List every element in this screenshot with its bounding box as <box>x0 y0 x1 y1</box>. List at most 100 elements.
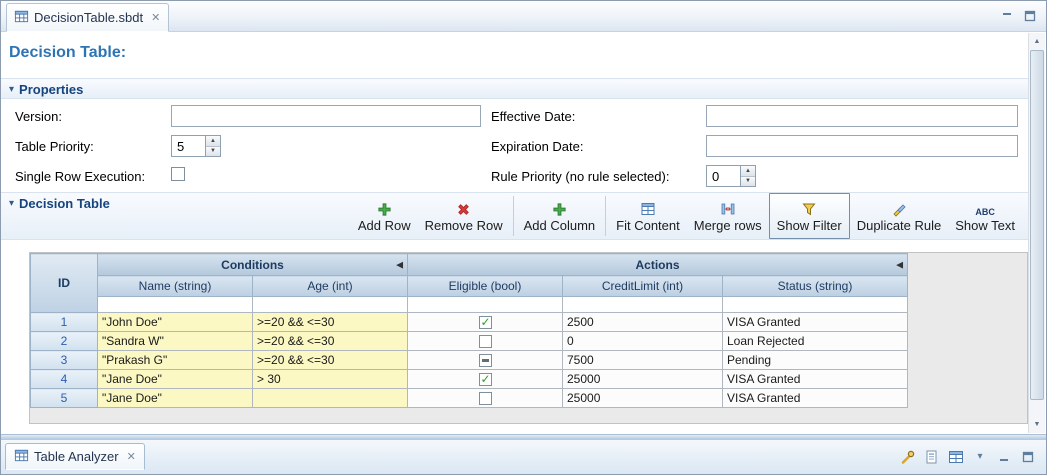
spin-down-icon[interactable]: ▼ <box>741 177 755 187</box>
cell-age[interactable]: >=20 && <=30 <box>253 332 408 351</box>
show-text-button[interactable]: ABC Show Text <box>948 193 1022 239</box>
scroll-down-icon[interactable]: ▼ <box>1029 417 1045 432</box>
table-row[interactable]: 5 "Jane Doe" 25000 VISA Granted <box>31 389 908 408</box>
spin-down-icon[interactable]: ▼ <box>206 147 220 157</box>
cell-eligible[interactable] <box>408 313 563 332</box>
row-id[interactable]: 2 <box>31 332 98 351</box>
eligible-checkbox[interactable] <box>479 373 492 386</box>
cell-status[interactable]: Pending <box>723 351 908 370</box>
rule-priority-value[interactable]: 0 <box>706 165 740 187</box>
remove-row-button[interactable]: Remove Row <box>418 193 510 239</box>
eligible-checkbox[interactable] <box>479 392 492 405</box>
vertical-scrollbar[interactable]: ▲ ▼ <box>1028 33 1045 433</box>
scrollbar-thumb[interactable] <box>1030 50 1044 400</box>
collapse-actions-icon[interactable]: ◀ <box>896 259 903 270</box>
spin-up-icon[interactable]: ▲ <box>206 136 220 147</box>
minimize-editor-icon[interactable] <box>999 8 1015 24</box>
cell-status[interactable]: Loan Rejected <box>723 332 908 351</box>
abc-icon: ABC <box>975 200 995 217</box>
table-priority-value[interactable]: 5 <box>171 135 205 157</box>
table-row[interactable]: 3 "Prakash G" >=20 && <=30 7500 Pending <box>31 351 908 370</box>
collapse-triangle-icon[interactable]: ▾ <box>9 84 14 95</box>
add-row-button[interactable]: Add Row <box>351 193 418 239</box>
cell-age[interactable]: >=20 && <=30 <box>253 313 408 332</box>
cell-creditlimit[interactable]: 25000 <box>563 389 723 408</box>
properties-section-header[interactable]: ▾ Properties <box>1 78 1028 99</box>
column-header-eligible[interactable]: Eligible (bool) <box>408 276 563 297</box>
rule-priority-label: Rule Priority (no rule selected): <box>491 169 669 184</box>
row-id[interactable]: 1 <box>31 313 98 332</box>
effective-date-input[interactable] <box>706 105 1018 127</box>
chevron-down-icon[interactable]: ▾ <box>972 449 988 465</box>
minimize-icon[interactable] <box>996 449 1012 465</box>
eligible-checkbox[interactable] <box>479 354 492 367</box>
decision-table-section-label: Decision Table <box>19 196 110 211</box>
cell-eligible[interactable] <box>408 370 563 389</box>
merge-rows-button[interactable]: Merge rows <box>687 193 769 239</box>
cell-status[interactable]: VISA Granted <box>723 313 908 332</box>
cell-creditlimit[interactable]: 7500 <box>563 351 723 370</box>
single-row-execution-checkbox[interactable] <box>171 167 185 181</box>
cell-eligible[interactable] <box>408 351 563 370</box>
column-header-age[interactable]: Age (int) <box>253 276 408 297</box>
spin-up-icon[interactable]: ▲ <box>741 166 755 177</box>
tab-close-icon[interactable]: ✕ <box>151 11 160 24</box>
id-column-header[interactable]: ID <box>31 254 98 313</box>
table-view-icon[interactable] <box>948 449 964 465</box>
table-priority-stepper[interactable]: 5 ▲ ▼ <box>171 135 221 157</box>
column-header-status[interactable]: Status (string) <box>723 276 908 297</box>
cell-creditlimit[interactable]: 25000 <box>563 370 723 389</box>
version-input[interactable] <box>171 105 481 127</box>
merge-rows-icon <box>720 200 736 217</box>
cell-status[interactable]: VISA Granted <box>723 370 908 389</box>
filter-cell-status[interactable] <box>723 297 908 313</box>
add-column-button[interactable]: Add Column <box>517 193 603 239</box>
cell-age[interactable]: > 30 <box>253 370 408 389</box>
table-row[interactable]: 2 "Sandra W" >=20 && <=30 0 Loan Rejecte… <box>31 332 908 351</box>
filter-cell-eligible[interactable] <box>408 297 563 313</box>
table-analyzer-icon <box>14 448 29 466</box>
row-id[interactable]: 4 <box>31 370 98 389</box>
table-row[interactable]: 1 "John Doe" >=20 && <=30 2500 VISA Gran… <box>31 313 908 332</box>
cell-age[interactable] <box>253 389 408 408</box>
report-icon[interactable] <box>924 449 940 465</box>
duplicate-rule-button[interactable]: Duplicate Rule <box>850 193 949 239</box>
cell-eligible[interactable] <box>408 332 563 351</box>
row-id[interactable]: 5 <box>31 389 98 408</box>
filter-cell-creditlimit[interactable] <box>563 297 723 313</box>
collapse-triangle-icon[interactable]: ▾ <box>9 198 14 209</box>
actions-group-header[interactable]: Actions ◀ <box>408 254 908 276</box>
fit-content-button[interactable]: Fit Content <box>609 193 687 239</box>
eligible-checkbox[interactable] <box>479 316 492 329</box>
filter-cell-name[interactable] <box>98 297 253 313</box>
duplicate-rule-icon <box>891 200 907 217</box>
wrench-icon[interactable] <box>900 449 916 465</box>
cell-name[interactable]: "Prakash G" <box>98 351 253 370</box>
cell-status[interactable]: VISA Granted <box>723 389 908 408</box>
column-header-creditlimit[interactable]: CreditLimit (int) <box>563 276 723 297</box>
expiration-date-input[interactable] <box>706 135 1018 157</box>
cell-creditlimit[interactable]: 0 <box>563 332 723 351</box>
tab-table-analyzer[interactable]: Table Analyzer ✕ <box>5 443 145 470</box>
cell-name[interactable]: "John Doe" <box>98 313 253 332</box>
maximize-icon[interactable] <box>1020 449 1036 465</box>
tab-close-icon[interactable]: ✕ <box>127 450 136 463</box>
conditions-group-header[interactable]: Conditions ◀ <box>98 254 408 276</box>
cell-age[interactable]: >=20 && <=30 <box>253 351 408 370</box>
maximize-editor-icon[interactable] <box>1022 8 1038 24</box>
column-header-name[interactable]: Name (string) <box>98 276 253 297</box>
show-filter-button[interactable]: Show Filter <box>769 193 850 239</box>
table-row[interactable]: 4 "Jane Doe" > 30 25000 VISA Granted <box>31 370 908 389</box>
filter-cell-age[interactable] <box>253 297 408 313</box>
cell-creditlimit[interactable]: 2500 <box>563 313 723 332</box>
rule-priority-stepper[interactable]: 0 ▲ ▼ <box>706 165 756 187</box>
cell-name[interactable]: "Sandra W" <box>98 332 253 351</box>
cell-eligible[interactable] <box>408 389 563 408</box>
cell-name[interactable]: "Jane Doe" <box>98 370 253 389</box>
eligible-checkbox[interactable] <box>479 335 492 348</box>
row-id[interactable]: 3 <box>31 351 98 370</box>
tab-decisiontable[interactable]: DecisionTable.sbdt ✕ <box>6 3 169 32</box>
scroll-up-icon[interactable]: ▲ <box>1029 34 1045 49</box>
cell-name[interactable]: "Jane Doe" <box>98 389 253 408</box>
collapse-conditions-icon[interactable]: ◀ <box>396 259 403 270</box>
